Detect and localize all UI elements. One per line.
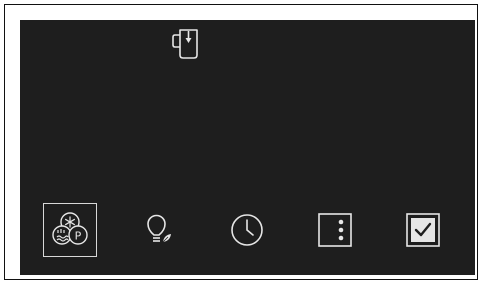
confirm-button[interactable] xyxy=(396,203,450,257)
bottom-menu-bar: P xyxy=(20,203,475,261)
jug-water-dispense-icon xyxy=(170,25,202,61)
clock-icon xyxy=(229,212,265,248)
display-screen: P xyxy=(20,20,475,275)
checkbox-confirm-icon xyxy=(405,212,441,248)
timer-button[interactable] xyxy=(220,203,274,257)
lightbulb-eco-leaf-icon xyxy=(142,213,176,247)
eco-light-button[interactable] xyxy=(132,203,186,257)
more-menu-button[interactable] xyxy=(308,203,362,257)
svg-text:P: P xyxy=(75,230,82,243)
device-frame: P xyxy=(4,4,478,280)
modes-button[interactable]: P xyxy=(43,203,97,257)
freeze-fridge-party-modes-icon: P xyxy=(48,208,92,252)
more-menu-icon xyxy=(317,212,353,248)
